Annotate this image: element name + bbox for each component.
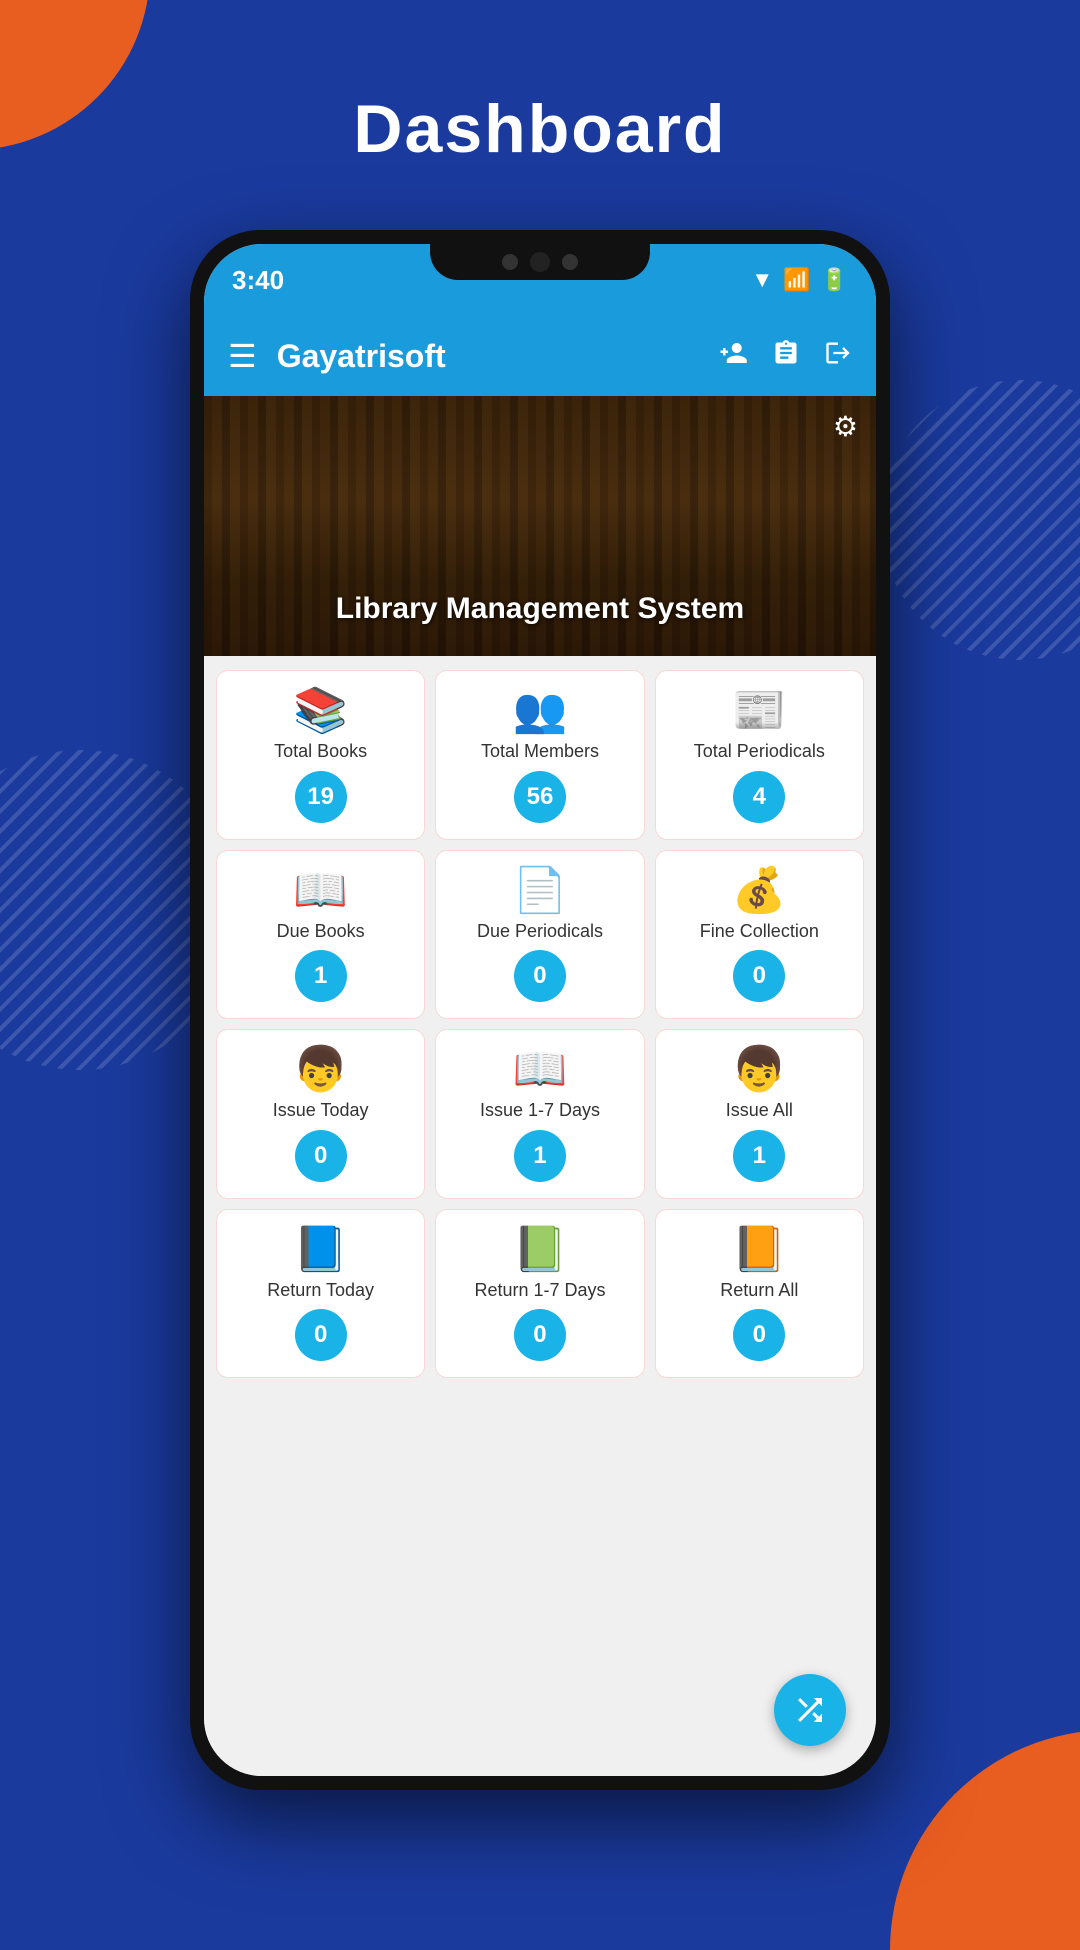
- issue-1-7-days-label: Issue 1-7 Days: [480, 1100, 600, 1122]
- wifi-icon: ▼: [751, 267, 773, 293]
- return-all-label: Return All: [720, 1280, 798, 1302]
- stats-row-1: 📚 Total Books 19 👥 Total Members 56 📰 To…: [216, 670, 864, 840]
- hero-gear-icon[interactable]: ⚙: [833, 410, 858, 443]
- total-books-value: 19: [295, 771, 347, 823]
- hero-section: ⚙ Library Management System: [204, 396, 876, 656]
- stat-card-fine-collection[interactable]: 💰 Fine Collection 0: [655, 850, 864, 1020]
- stat-card-total-periodicals[interactable]: 📰 Total Periodicals 4: [655, 670, 864, 840]
- return-today-value: 0: [295, 1309, 347, 1361]
- total-members-icon: 👥: [513, 689, 568, 733]
- return-today-label: Return Today: [267, 1280, 374, 1302]
- fab-button[interactable]: [774, 1674, 846, 1746]
- notch-camera: [530, 252, 550, 272]
- return-all-value: 0: [733, 1309, 785, 1361]
- notch-sensor: [562, 254, 578, 270]
- fine-collection-value: 0: [733, 950, 785, 1002]
- bg-circle-right: [880, 380, 1080, 660]
- app-bar-title: Gayatrisoft: [277, 338, 698, 375]
- stats-row-4: 📘 Return Today 0 📗 Return 1-7 Days 0 📙 R…: [216, 1209, 864, 1379]
- issue-all-value: 1: [733, 1130, 785, 1182]
- stat-card-return-today[interactable]: 📘 Return Today 0: [216, 1209, 425, 1379]
- return-1-7-days-label: Return 1-7 Days: [474, 1280, 605, 1302]
- stats-row-2: 📖 Due Books 1 📄 Due Periodicals 0 💰 Fine…: [216, 850, 864, 1020]
- issue-today-label: Issue Today: [273, 1100, 369, 1122]
- issue-today-icon: 👦: [293, 1048, 348, 1092]
- due-books-icon: 📖: [293, 869, 348, 913]
- stat-card-due-periodicals[interactable]: 📄 Due Periodicals 0: [435, 850, 644, 1020]
- due-books-label: Due Books: [277, 921, 365, 943]
- bg-corner-br: [890, 1730, 1080, 1950]
- issue-1-7-days-icon: 📖: [513, 1048, 568, 1092]
- page-title: Dashboard: [0, 0, 1080, 168]
- logout-icon[interactable]: [824, 339, 852, 374]
- status-time: 3:40: [232, 265, 284, 296]
- phone-shell: 3:40 ▼ 📶 🔋 ☰ Gayatrisoft: [190, 230, 890, 1790]
- status-icons: ▼ 📶 🔋: [751, 267, 848, 293]
- fine-collection-label: Fine Collection: [700, 921, 819, 943]
- phone-screen: 3:40 ▼ 📶 🔋 ☰ Gayatrisoft: [204, 244, 876, 1776]
- stat-card-issue-all[interactable]: 👦 Issue All 1: [655, 1029, 864, 1199]
- menu-icon[interactable]: ☰: [228, 337, 257, 375]
- total-periodicals-value: 4: [733, 771, 785, 823]
- due-periodicals-label: Due Periodicals: [477, 921, 603, 943]
- stat-card-issue-1-7-days[interactable]: 📖 Issue 1-7 Days 1: [435, 1029, 644, 1199]
- total-members-label: Total Members: [481, 741, 599, 763]
- return-all-icon: 📙: [732, 1228, 787, 1272]
- signal-icon: 📶: [783, 267, 810, 293]
- issue-all-icon: 👦: [732, 1048, 787, 1092]
- grid-area: 📚 Total Books 19 👥 Total Members 56 📰 To…: [204, 656, 876, 1776]
- return-1-7-days-value: 0: [514, 1309, 566, 1361]
- total-periodicals-icon: 📰: [732, 689, 787, 733]
- issue-today-value: 0: [295, 1130, 347, 1182]
- total-books-icon: 📚: [293, 689, 348, 733]
- stat-card-due-books[interactable]: 📖 Due Books 1: [216, 850, 425, 1020]
- hero-title: Library Management System: [336, 592, 744, 656]
- total-periodicals-label: Total Periodicals: [694, 741, 825, 763]
- notch: [430, 244, 650, 280]
- app-bar: ☰ Gayatrisoft: [204, 316, 876, 396]
- issue-all-label: Issue All: [726, 1100, 793, 1122]
- total-books-label: Total Books: [274, 741, 367, 763]
- due-books-value: 1: [295, 950, 347, 1002]
- issue-1-7-days-value: 1: [514, 1130, 566, 1182]
- due-periodicals-icon: 📄: [513, 869, 568, 913]
- stats-row-3: 👦 Issue Today 0 📖 Issue 1-7 Days 1 👦 Iss…: [216, 1029, 864, 1199]
- notes-icon[interactable]: [772, 339, 800, 374]
- stat-card-return-1-7-days[interactable]: 📗 Return 1-7 Days 0: [435, 1209, 644, 1379]
- battery-icon: 🔋: [821, 267, 848, 293]
- stat-card-total-members[interactable]: 👥 Total Members 56: [435, 670, 644, 840]
- return-today-icon: 📘: [293, 1228, 348, 1272]
- app-bar-actions: [718, 338, 852, 375]
- stat-card-return-all[interactable]: 📙 Return All 0: [655, 1209, 864, 1379]
- status-bar: 3:40 ▼ 📶 🔋: [204, 244, 876, 316]
- return-1-7-days-icon: 📗: [513, 1228, 568, 1272]
- stat-card-issue-today[interactable]: 👦 Issue Today 0: [216, 1029, 425, 1199]
- fine-collection-icon: 💰: [732, 869, 787, 913]
- add-user-icon[interactable]: [718, 338, 748, 375]
- notch-speaker: [502, 254, 518, 270]
- total-members-value: 56: [514, 771, 566, 823]
- due-periodicals-value: 0: [514, 950, 566, 1002]
- stat-card-total-books[interactable]: 📚 Total Books 19: [216, 670, 425, 840]
